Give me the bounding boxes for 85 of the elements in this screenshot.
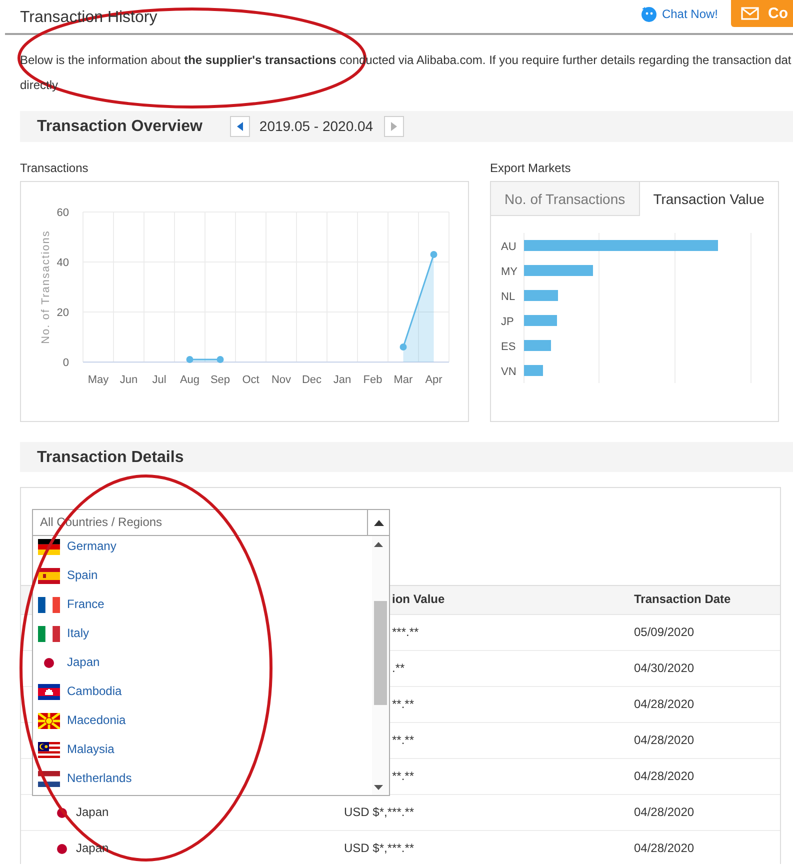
table-cell: Japan [76, 804, 109, 820]
bar [524, 315, 557, 326]
y-tick-label: 40 [56, 257, 69, 269]
data-point [186, 356, 194, 363]
country-option[interactable]: France [33, 590, 372, 619]
y-tick-label: 60 [56, 207, 69, 219]
table-cell: **.** [392, 768, 414, 783]
country-option[interactable]: Japan [33, 648, 372, 677]
category-label: NL [501, 291, 516, 303]
panel-label: Transactions [20, 161, 90, 175]
caret-left-icon [237, 122, 244, 131]
bar [524, 340, 551, 351]
country-option[interactable]: Macedonia [33, 706, 372, 735]
x-tick-label: Dec [302, 374, 322, 386]
x-tick-label: Nov [271, 374, 292, 386]
category-label: MY [501, 266, 518, 278]
malaysia-flag-icon [38, 742, 60, 758]
cambodia-flag-icon [38, 684, 60, 700]
country-option[interactable]: Germany [33, 536, 372, 561]
data-point [400, 344, 407, 350]
x-tick-label: Jul [152, 374, 166, 386]
japan-flag-icon [56, 844, 66, 854]
bar [524, 365, 543, 376]
table-cell: 04/28/2020 [634, 840, 694, 855]
x-tick-label: Sep [210, 374, 230, 386]
table-cell: ***.** [392, 624, 419, 639]
x-tick-label: Aug [180, 374, 200, 386]
x-tick-label: Jun [120, 374, 138, 386]
table-cell: 04/28/2020 [634, 804, 694, 819]
country-option[interactable]: Malaysia [33, 735, 372, 764]
country-option[interactable]: Italy [33, 619, 372, 648]
section-title: Transaction Details [37, 448, 184, 466]
y-axis-title: No. of Transactions [40, 230, 52, 344]
table-cell: **.** [392, 732, 414, 747]
bar [524, 290, 558, 301]
y-tick-label: 0 [62, 357, 69, 369]
y-tick-label: 20 [56, 307, 69, 319]
category-label: VN [501, 366, 516, 378]
table-cell: 05/09/2020 [634, 624, 694, 639]
chat-now-link[interactable]: Chat Now! [640, 6, 718, 22]
data-point [216, 356, 224, 363]
x-tick-label: Feb [363, 374, 382, 386]
table-cell: .** [392, 660, 405, 675]
envelope-icon [741, 7, 759, 20]
x-tick-label: Apr [425, 374, 442, 386]
table-cell: 04/28/2020 [634, 768, 694, 783]
country-option[interactable]: Netherlands [33, 764, 372, 793]
date-range-label: 2019.05 - 2020.04 [258, 117, 374, 136]
chat-bubble-icon [640, 6, 657, 22]
x-tick-label: Jan [333, 374, 352, 386]
category-label: AU [501, 241, 516, 253]
scrollbar-thumb[interactable] [374, 601, 387, 705]
table-cell: 04/28/2020 [634, 696, 694, 711]
netherlands-flag-icon [38, 770, 60, 786]
table-cell: USD $*,***.** [344, 804, 414, 819]
germany-flag-icon [38, 538, 60, 554]
japan-flag-icon [56, 808, 66, 818]
japan-flag-icon [44, 658, 54, 668]
italy-flag-icon [38, 626, 60, 642]
previous-period-button[interactable] [230, 116, 250, 137]
france-flag-icon [38, 596, 60, 612]
section-title: Transaction Overview [37, 117, 202, 136]
macedonia-flag-icon [38, 712, 60, 728]
bar [524, 265, 593, 276]
caret-icon [374, 520, 384, 526]
table-cell: 04/30/2020 [634, 660, 694, 675]
category-label: ES [501, 341, 516, 353]
country-option[interactable]: Cambodia [33, 677, 372, 706]
panel-label: Export Markets [490, 161, 572, 175]
column-header: ion Value [392, 592, 445, 606]
table-cell: **.** [392, 696, 414, 711]
table-cell: 04/28/2020 [634, 732, 694, 747]
column-header: Transaction Date [634, 592, 731, 606]
x-tick-label: Mar [394, 374, 413, 386]
scroll-down-arrow-icon [374, 785, 383, 790]
data-point [430, 251, 438, 258]
x-tick-label: Oct [242, 374, 260, 386]
chart-tab[interactable]: No. of Transactions [491, 182, 640, 216]
country-option[interactable]: Spain [33, 561, 372, 590]
x-tick-label: May [88, 374, 109, 386]
table-cell: USD $*,***.** [344, 840, 414, 855]
spain-flag-icon [38, 568, 60, 584]
scroll-up-arrow-icon [374, 542, 383, 547]
category-label: JP [501, 316, 514, 328]
caret-right-icon [391, 122, 398, 131]
